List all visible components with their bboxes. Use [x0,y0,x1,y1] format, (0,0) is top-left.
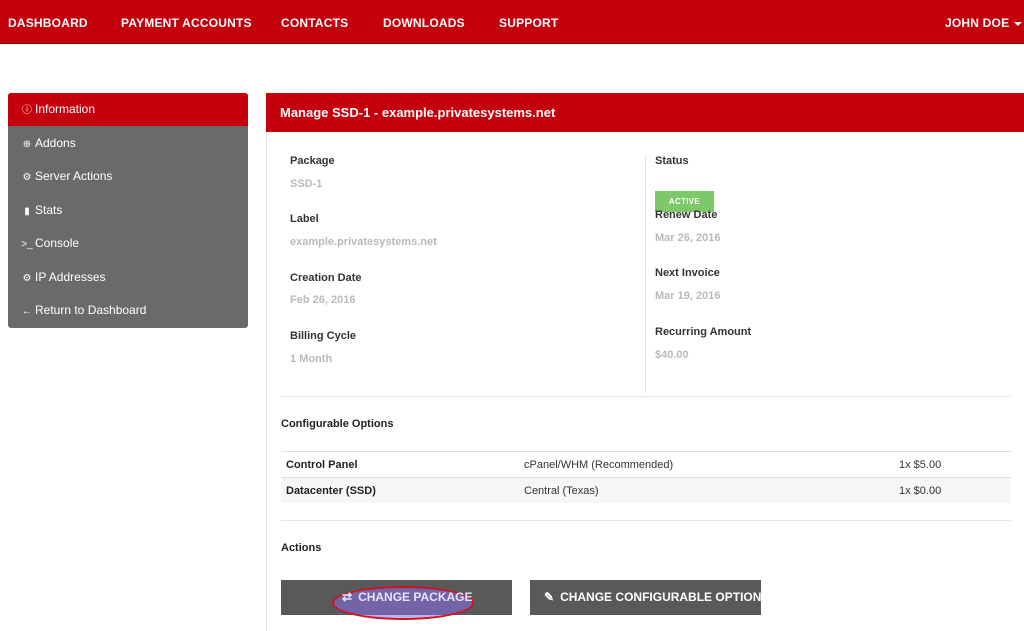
change-configurable-options-button[interactable]: ✎ CHANGE CONFIGURABLE OPTIONS [530,580,769,615]
nav-downloads[interactable]: DOWNLOADS [383,0,465,44]
terminal-icon: >_ [21,239,33,250]
sidebar-item-label: Stats [35,203,63,217]
plus-circle-icon: ⊕ [22,139,32,150]
billing-cycle-label: Billing Cycle [290,330,357,342]
change-options-content: ✎ CHANGE CONFIGURABLE OPTIONS [544,580,769,615]
table-row: Control Panel cPanel/WHM (Recommended) 1… [281,451,1011,477]
next-invoice-value: Mar 19, 2016 [655,290,721,302]
sidebar-item-label: IP Addresses [35,270,106,284]
sidebar-item-return-to-dashboard[interactable]: ← Return to Dashboard [8,294,248,327]
info-icon: ⓘ [22,105,32,116]
renew-date-label: Renew Date [655,209,718,221]
manage-panel: Manage SSD-1 - example.privatesystems.ne… [266,93,1024,631]
recurring-amount-label: Recurring Amount [655,326,752,338]
caret-down-icon [1014,21,1023,26]
divider [281,396,1011,397]
nav-support[interactable]: SUPPORT [499,0,558,44]
actions-title: Actions [281,542,322,554]
label-value: example.privatesystems.net [290,236,437,248]
panel-body: Package SSD-1 Label example.privatesyste… [266,132,1024,631]
sidebar-item-ip-addresses[interactable]: ⚙ IP Addresses [8,261,248,294]
package-label: Package [290,155,335,167]
recurring-amount-value: $40.00 [655,349,689,361]
nav-payment-accounts[interactable]: PAYMENT ACCOUNTS [121,0,252,44]
change-options-label: CHANGE CONFIGURABLE OPTIONS [560,590,770,604]
configurable-options-title: Configurable Options [281,418,394,430]
status-label: Status [655,155,689,167]
panel-title: Manage SSD-1 - example.privatesystems.ne… [266,93,1024,132]
sidebar-item-label: Addons [35,136,76,150]
option-name: Control Panel [286,459,358,471]
label-label: Label [290,213,319,225]
sidebar: ⓘ Information ⊕ Addons ⚙ Server Actions ▮ St… [8,93,248,328]
sidebar-item-stats[interactable]: ▮ Stats [8,194,248,227]
option-value: Central (Texas) [524,485,599,497]
option-price: 1x $0.00 [899,485,942,497]
bar-chart-icon: ▮ [24,206,30,217]
change-package-button[interactable]: ⇄ CHANGE PACKAGE [281,580,512,620]
gears-icon: ⚙ [22,172,32,183]
sidebar-item-addons[interactable]: ⊕ Addons [8,127,248,160]
creation-date-label: Creation Date [290,272,362,284]
user-menu[interactable]: JOHN DOE [945,0,1023,44]
option-name: Datacenter (SSD) [286,485,376,497]
nav-dashboard[interactable]: DASHBOARD [8,0,88,44]
edit-icon: ✎ [544,590,555,604]
divider [281,520,1011,521]
sidebar-item-label: Return to Dashboard [35,303,147,317]
sidebar-item-console[interactable]: >_ Console [8,227,248,260]
sidebar-item-label: Server Actions [35,169,113,183]
user-name: JOHN DOE [945,16,1010,30]
change-package-content: ⇄ CHANGE PACKAGE [342,580,473,615]
column-divider [645,155,646,393]
sidebar-item-server-actions[interactable]: ⚙ Server Actions [8,160,248,193]
billing-cycle-value: 1 Month [290,353,333,365]
creation-date-value: Feb 26, 2016 [290,294,356,306]
renew-date-value: Mar 26, 2016 [655,232,721,244]
service-details: Package SSD-1 Label example.privatesyste… [281,147,1011,395]
gear-icon: ⚙ [22,273,32,284]
sidebar-item-label: Information [35,102,96,116]
next-invoice-label: Next Invoice [655,267,720,279]
top-navbar: DASHBOARD PAYMENT ACCOUNTS CONTACTS DOWN… [0,0,1024,44]
arrow-left-icon: ← [22,306,32,317]
option-price: 1x $5.00 [899,459,942,471]
package-value: SSD-1 [290,178,323,190]
shuffle-icon: ⇄ [342,590,353,604]
change-package-label: CHANGE PACKAGE [358,590,473,604]
sidebar-item-label: Console [35,236,80,250]
option-value: cPanel/WHM (Recommended) [524,459,674,471]
table-row: Datacenter (SSD) Central (Texas) 1x $0.0… [281,477,1011,503]
sidebar-item-information[interactable]: ⓘ Information [8,93,248,126]
nav-contacts[interactable]: CONTACTS [281,0,348,44]
